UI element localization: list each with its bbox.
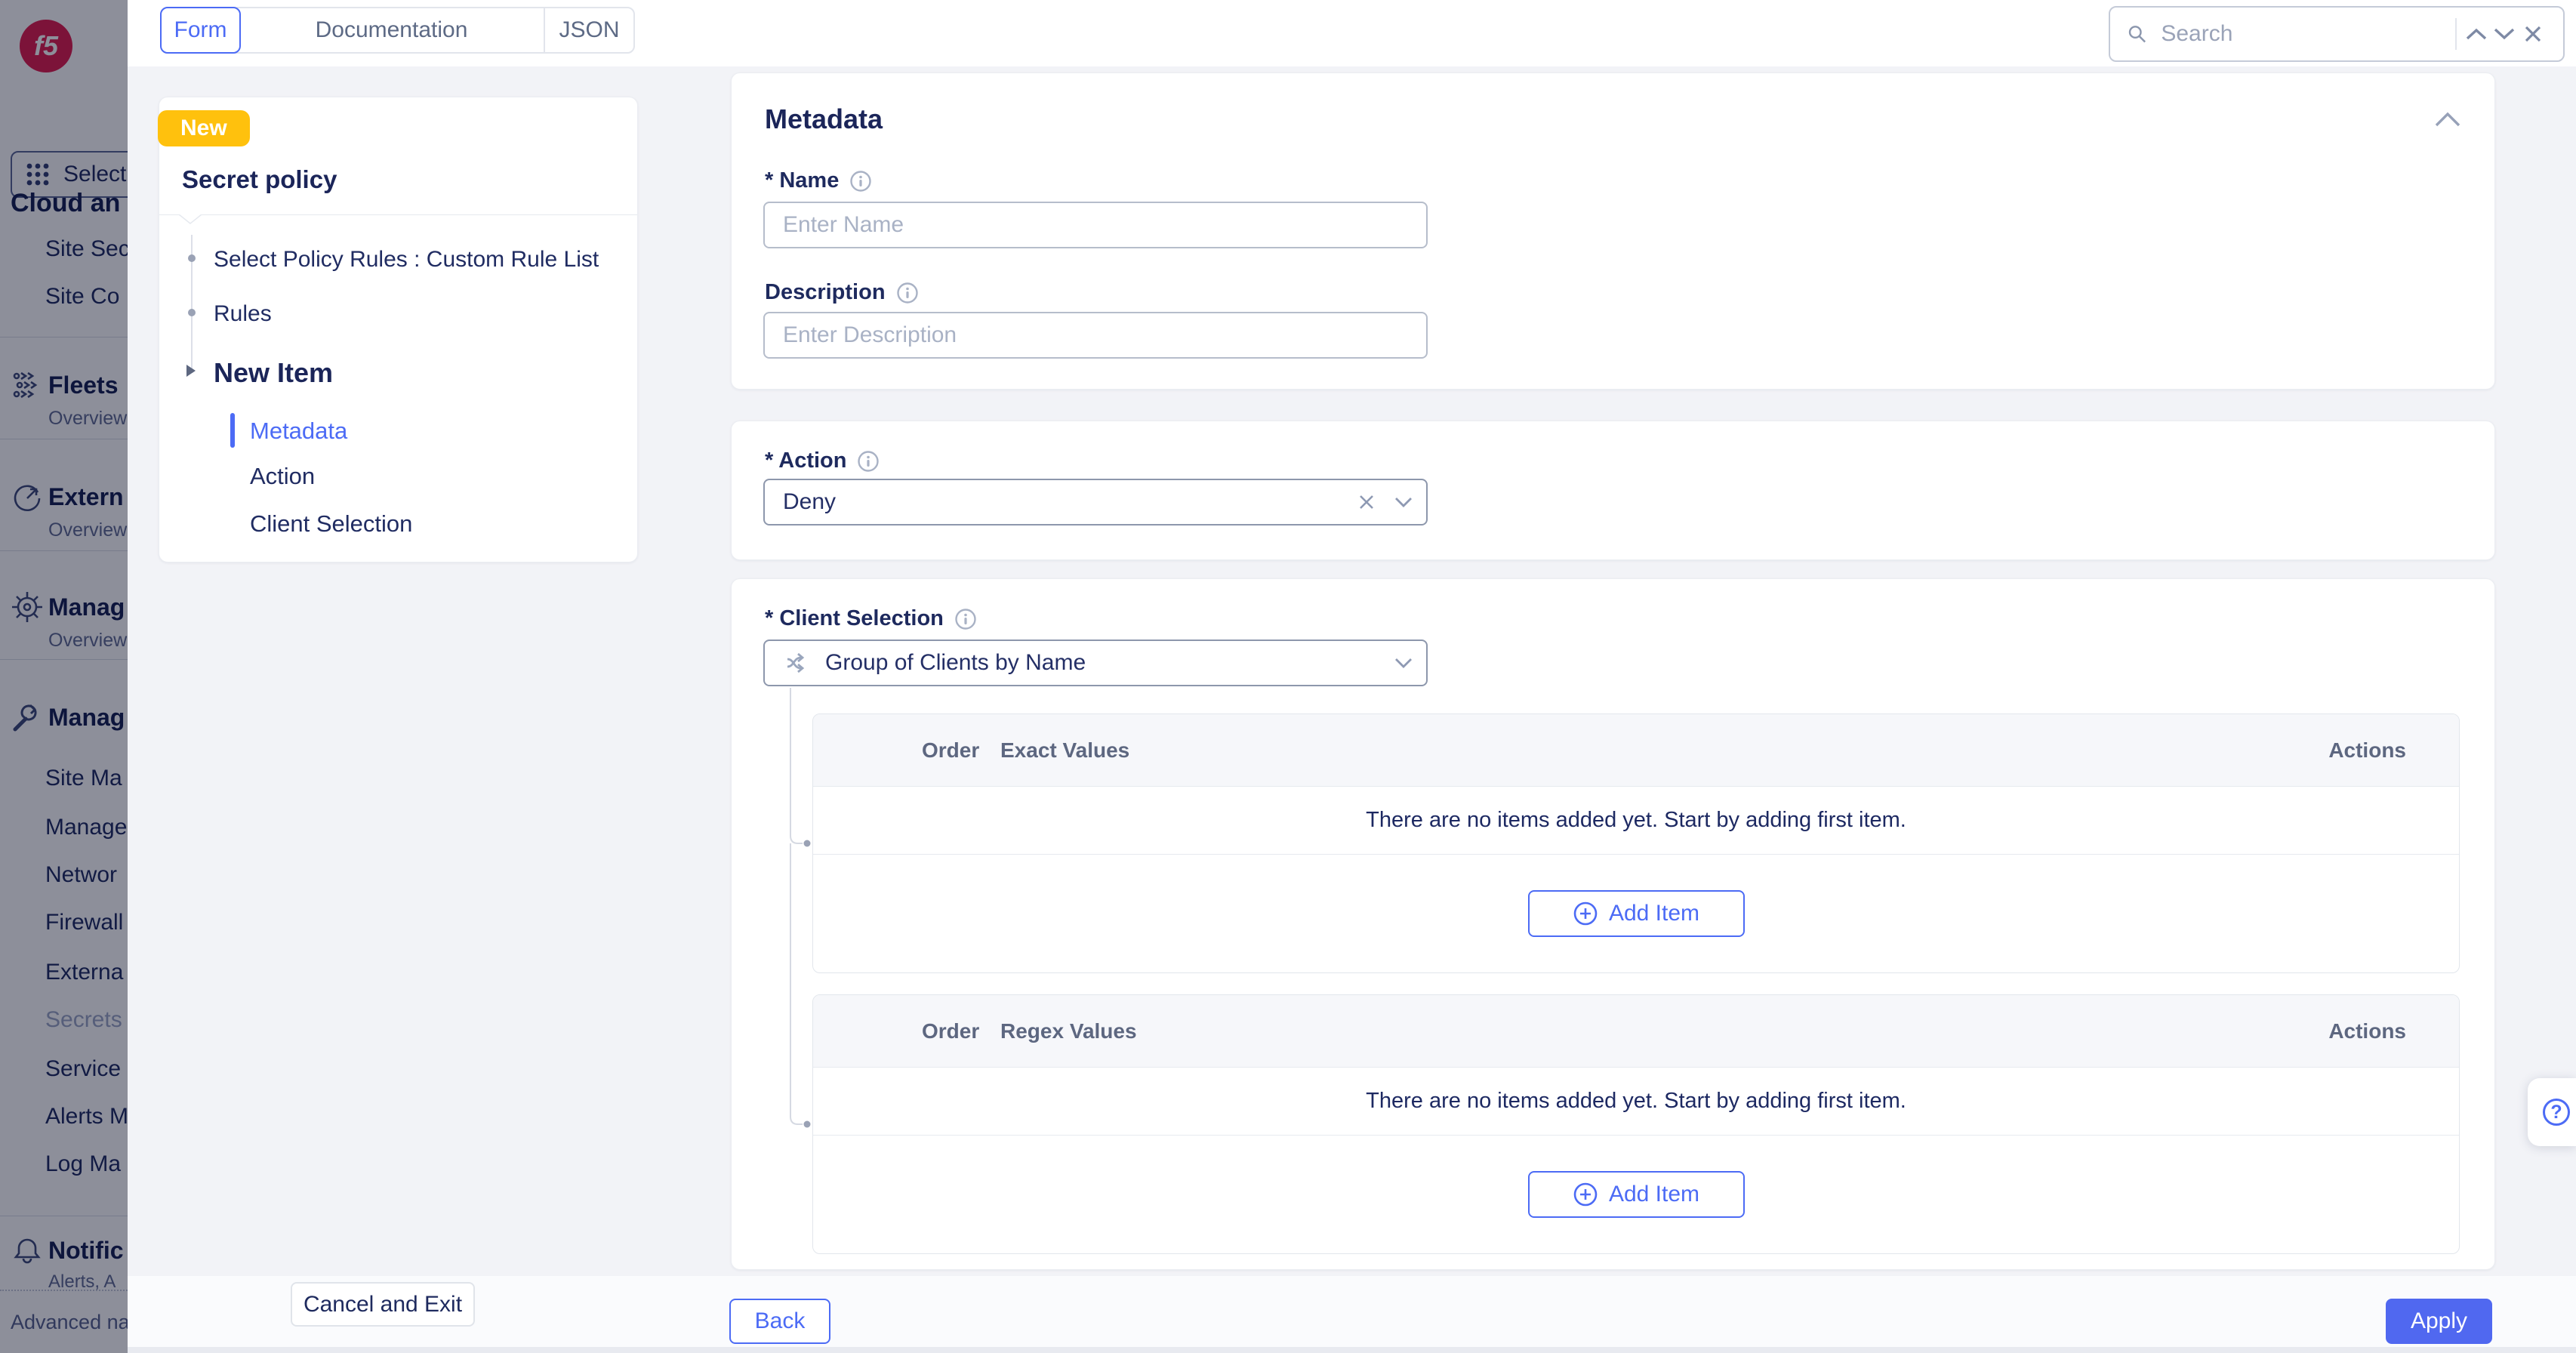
info-icon[interactable] (849, 170, 872, 193)
step-new-item[interactable]: New Item (214, 357, 333, 389)
sidebar: f5 Select s Cloud an Site Sec Site Co (0, 0, 128, 1353)
action-label-row: * Action (765, 448, 880, 473)
add-item-label: Add Item (1609, 901, 1699, 926)
collapse-chevron-icon[interactable] (2434, 111, 2461, 131)
active-substep-indicator (230, 413, 235, 448)
column-actions: Actions (2328, 1019, 2406, 1043)
info-icon[interactable] (857, 450, 880, 473)
chevron-down-icon[interactable] (1394, 497, 1413, 507)
search-next-icon[interactable] (2491, 17, 2519, 51)
empty-state-row: There are no items added yet. Start by a… (813, 1068, 2459, 1136)
modal-dim-overlay (0, 0, 128, 1353)
empty-state-text: There are no items added yet. Start by a… (1366, 808, 1906, 833)
description-input[interactable] (763, 312, 1428, 359)
name-label-row: * Name (765, 168, 872, 193)
branch-icon (783, 649, 812, 677)
client-selection-select[interactable]: Group of Clients by Name (763, 640, 1428, 686)
question-mark-icon: ? (2543, 1099, 2570, 1126)
page: f5 Select s Cloud an Site Sec Site Co (0, 0, 2576, 1353)
back-button[interactable]: Back (729, 1299, 830, 1344)
column-regex-values: Regex Values (1000, 1019, 2328, 1043)
step-bullet (188, 309, 196, 316)
apply-button[interactable]: Apply (2386, 1299, 2492, 1344)
name-input[interactable] (763, 202, 1428, 248)
modal-header: Form Documentation JSON (128, 0, 2576, 66)
wizard-divider (159, 214, 637, 215)
empty-state-text: There are no items added yet. Start by a… (1366, 1089, 1906, 1114)
clear-icon[interactable] (1358, 494, 1375, 510)
action-select[interactable]: Deny (763, 479, 1428, 525)
empty-state-row: There are no items added yet. Start by a… (813, 787, 2459, 855)
search-prev-icon[interactable] (2463, 17, 2491, 51)
action-select-value: Deny (783, 489, 1358, 515)
exact-values-table: Order Exact Values Actions There are no … (812, 713, 2460, 973)
table-footer: Add Item (813, 1136, 2459, 1253)
client-selection-select-value: Group of Clients by Name (825, 650, 1394, 676)
client-selection-label: * Client Selection (765, 606, 944, 631)
substep-client-selection[interactable]: Client Selection (250, 510, 412, 538)
substep-action[interactable]: Action (250, 463, 315, 490)
client-selection-label-row: * Client Selection (765, 606, 977, 631)
table-footer: Add Item (813, 855, 2459, 972)
column-order: Order (922, 738, 1000, 763)
table-header-row: Order Exact Values Actions (813, 714, 2459, 787)
add-item-label: Add Item (1609, 1182, 1699, 1207)
action-label: * Action (765, 448, 846, 473)
name-label: * Name (765, 168, 839, 193)
description-label: Description (765, 280, 886, 305)
search-close-icon[interactable] (2519, 17, 2547, 51)
step-select-policy-rules[interactable]: Select Policy Rules : Custom Rule List (214, 247, 599, 273)
column-exact-values: Exact Values (1000, 738, 2328, 763)
wizard-divider-notch (179, 214, 202, 224)
table-header-row: Order Regex Values Actions (813, 995, 2459, 1068)
substep-metadata[interactable]: Metadata (250, 418, 347, 445)
plus-circle-icon (1573, 901, 1598, 926)
new-badge: New (158, 110, 250, 146)
help-button[interactable]: ? (2528, 1078, 2576, 1146)
chevron-down-icon[interactable] (1394, 658, 1413, 668)
add-item-button[interactable]: Add Item (1528, 1171, 1745, 1218)
plus-circle-icon (1573, 1182, 1598, 1207)
footer-bar (128, 1276, 2576, 1347)
search-box (2109, 6, 2565, 62)
column-actions: Actions (2328, 738, 2406, 763)
tab-bar: Form Documentation JSON (160, 7, 635, 54)
bottom-strip (128, 1347, 2576, 1353)
cancel-and-exit-button[interactable]: Cancel and Exit (291, 1282, 475, 1327)
tab-documentation[interactable]: Documentation (239, 8, 545, 52)
search-divider (2455, 18, 2457, 50)
wizard-panel: New Secret policy Select Policy Rules : … (159, 97, 638, 562)
metadata-title: Metadata (765, 103, 883, 135)
regex-values-table: Order Regex Values Actions There are no … (812, 994, 2460, 1254)
step-rules[interactable]: Rules (214, 301, 272, 327)
info-icon[interactable] (896, 282, 919, 304)
client-selection-section: * Client Selection Group of Clients by N… (731, 578, 2495, 1270)
metadata-section: Metadata * Name Description (731, 72, 2495, 390)
tab-form[interactable]: Form (160, 7, 241, 54)
add-item-button[interactable]: Add Item (1528, 890, 1745, 937)
tab-json[interactable]: JSON (545, 8, 633, 52)
step-bullet (188, 254, 196, 262)
description-label-row: Description (765, 280, 919, 305)
search-input[interactable] (2161, 21, 2452, 47)
action-section: * Action Deny (731, 421, 2495, 560)
wizard-title: Secret policy (182, 165, 337, 194)
column-order: Order (922, 1019, 1000, 1043)
search-icon (2127, 21, 2147, 47)
info-icon[interactable] (954, 608, 977, 630)
current-step-arrow-icon (186, 365, 196, 377)
